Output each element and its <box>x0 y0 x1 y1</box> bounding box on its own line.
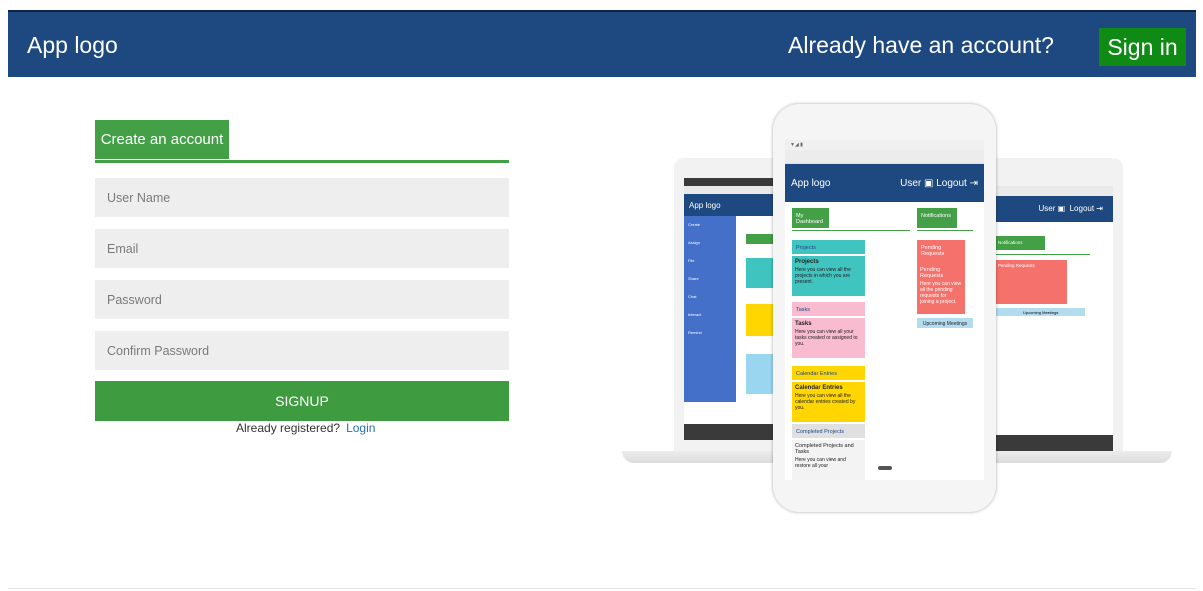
phone-projects-tab: Projects <box>792 240 865 254</box>
top-header: App logo Already have an account? Sign i… <box>8 10 1196 77</box>
sidebar-item: File <box>688 258 695 263</box>
sidebar-item: Remind <box>688 330 702 335</box>
mini-card <box>746 354 776 394</box>
phone-user-logout: User ▣ Logout ⇥ <box>900 178 978 189</box>
phone-tasks-card: Tasks Here you can view all your tasks c… <box>792 318 865 358</box>
mini-notifications: Notifications <box>995 236 1045 250</box>
phone-home-bar <box>878 466 892 470</box>
laptop-right-user: User ▣ Logout ⇥ <box>985 196 1113 222</box>
footer-divider <box>8 588 1196 589</box>
top-strip <box>0 0 1203 10</box>
mini-card <box>746 258 776 288</box>
password-input[interactable] <box>95 280 509 319</box>
signup-button[interactable]: SIGNUP <box>95 381 509 421</box>
sidebar-item: Interact <box>688 312 702 317</box>
phone-header: App logo User ▣ Logout ⇥ <box>785 164 984 202</box>
phone-pending-tab: Pending Requests <box>917 240 965 264</box>
login-prompt: Already registered? Login <box>236 421 375 435</box>
laptop-right-screen: User ▣ Logout ⇥ Notifications Pending Re… <box>985 178 1113 451</box>
phone-screen: ▼◢ ▮ App logo User ▣ Logout ⇥ My Dashboa… <box>785 140 984 480</box>
form-divider <box>95 160 509 163</box>
phone-tasks-tab: Tasks <box>792 302 865 316</box>
app-logo[interactable]: App logo <box>27 32 118 59</box>
phone-calendar-tab: Calendar Entries <box>792 366 865 380</box>
phone-completed-tab: Completed Projects <box>792 424 865 438</box>
sidebar-item: Share <box>688 276 699 281</box>
phone-pending-card: Pending Requests Here you can view all t… <box>917 264 965 314</box>
mini-card <box>746 304 776 336</box>
phone-calendar-card: Calendar Entries Here you can view all t… <box>792 382 865 422</box>
create-account-tab[interactable]: Create an account <box>95 120 229 159</box>
mini-meetings: Upcoming Meetings <box>995 308 1085 316</box>
mini-pending: Pending Requests <box>995 260 1067 304</box>
have-account-text: Already have an account? <box>788 32 1054 58</box>
taskbar <box>985 435 1113 451</box>
sign-in-button[interactable]: Sign in <box>1099 28 1186 66</box>
phone-logo: App logo <box>791 178 831 189</box>
sidebar-item: Chat <box>688 294 697 299</box>
phone-meetings: Upcoming Meetings <box>917 318 973 328</box>
sidebar-item: Assign <box>688 240 701 245</box>
already-registered-text: Already registered? <box>236 421 341 435</box>
phone-notifications-tab: Notifications <box>917 208 957 228</box>
phone-completed-card: Completed Projects and Tasks Here you ca… <box>792 440 865 480</box>
username-input[interactable] <box>95 178 509 217</box>
sidebar-item: Create <box>688 222 701 227</box>
laptop-left-sidebar: Create Assign File Share Chat Interact R… <box>684 216 736 402</box>
confirm-password-input[interactable] <box>95 331 509 370</box>
phone-dashboard-tab: My Dashboard <box>792 208 829 228</box>
email-input[interactable] <box>95 229 509 268</box>
mini-tab <box>746 234 776 244</box>
phone-projects-card: Projects Here you can view all the proje… <box>792 256 865 296</box>
login-link[interactable]: Login <box>346 421 375 435</box>
